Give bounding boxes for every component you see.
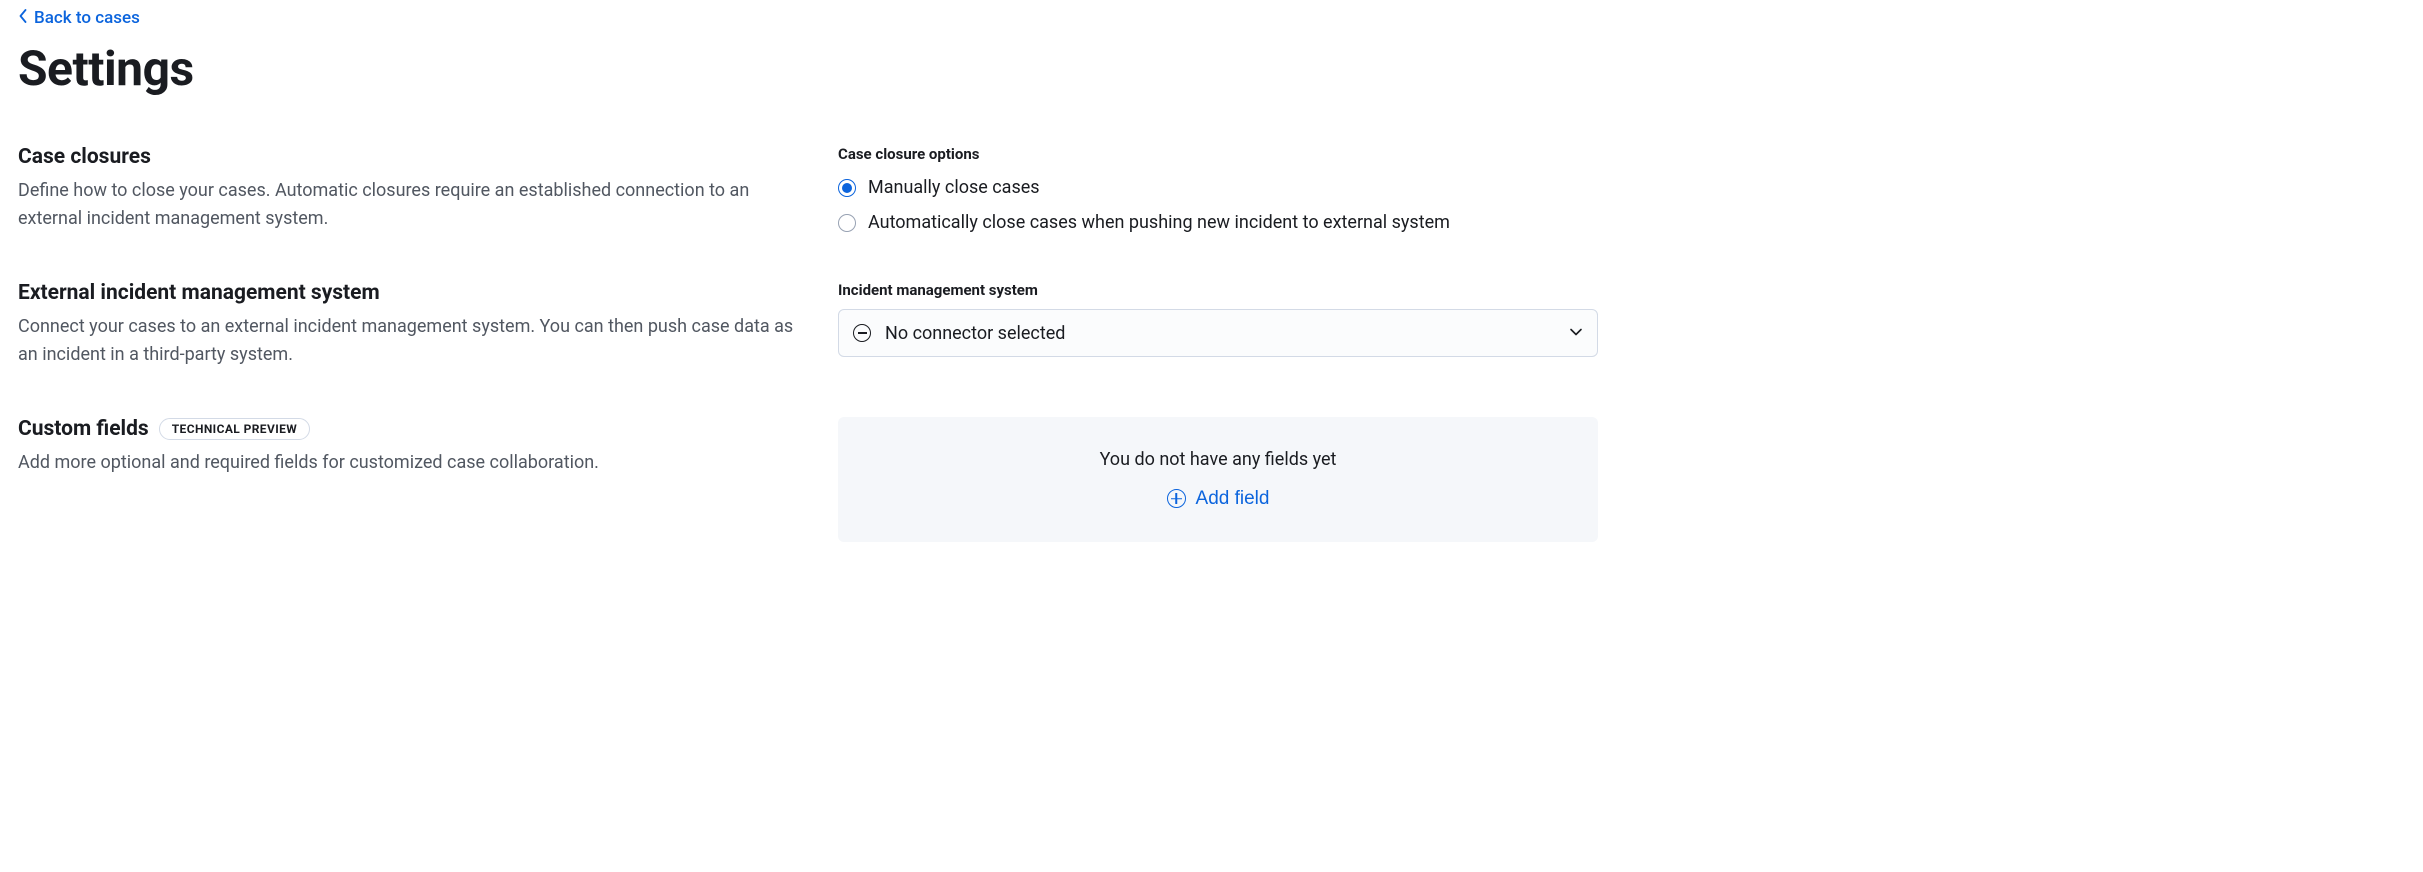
radio-option-automatic[interactable]: Automatically close cases when pushing n… bbox=[838, 212, 1598, 233]
case-closure-radio-group: Manually close cases Automatically close… bbox=[838, 177, 1598, 233]
back-to-cases-link[interactable]: Back to cases bbox=[18, 8, 140, 28]
radio-automatic-label: Automatically close cases when pushing n… bbox=[868, 212, 1450, 233]
chevron-left-icon bbox=[18, 8, 28, 28]
add-field-button[interactable]: Add field bbox=[1167, 488, 1270, 510]
radio-manual-label: Manually close cases bbox=[868, 177, 1040, 198]
page-title: Settings bbox=[18, 40, 2405, 97]
section-case-closures: Case closures Define how to close your c… bbox=[18, 145, 2405, 233]
external-system-description: Connect your cases to an external incide… bbox=[18, 313, 798, 369]
connector-selected-value: No connector selected bbox=[885, 323, 1555, 344]
custom-fields-empty-message: You do not have any fields yet bbox=[1100, 449, 1337, 470]
case-closures-heading: Case closures bbox=[18, 145, 798, 169]
back-link-label: Back to cases bbox=[34, 8, 140, 28]
case-closures-description: Define how to close your cases. Automati… bbox=[18, 177, 798, 233]
radio-automatic-input[interactable] bbox=[838, 214, 856, 232]
custom-fields-description: Add more optional and required fields fo… bbox=[18, 449, 798, 477]
custom-fields-heading-text: Custom fields bbox=[18, 417, 149, 441]
case-closure-options-label: Case closure options bbox=[838, 145, 1598, 163]
chevron-down-icon bbox=[1569, 324, 1583, 343]
incident-system-label: Incident management system bbox=[838, 281, 1598, 299]
technical-preview-badge: TECHNICAL PREVIEW bbox=[159, 418, 310, 440]
external-system-heading: External incident management system bbox=[18, 281, 798, 305]
plus-circle-icon bbox=[1167, 489, 1186, 508]
section-custom-fields: Custom fields TECHNICAL PREVIEW Add more… bbox=[18, 417, 2405, 542]
connector-select[interactable]: No connector selected bbox=[838, 309, 1598, 357]
radio-option-manual[interactable]: Manually close cases bbox=[838, 177, 1598, 198]
minus-circle-icon bbox=[853, 324, 871, 342]
section-external-system: External incident management system Conn… bbox=[18, 281, 2405, 369]
custom-fields-heading: Custom fields TECHNICAL PREVIEW bbox=[18, 417, 798, 441]
add-field-label: Add field bbox=[1196, 488, 1270, 510]
custom-fields-empty-panel: You do not have any fields yet Add field bbox=[838, 417, 1598, 542]
radio-manual-input[interactable] bbox=[838, 179, 856, 197]
